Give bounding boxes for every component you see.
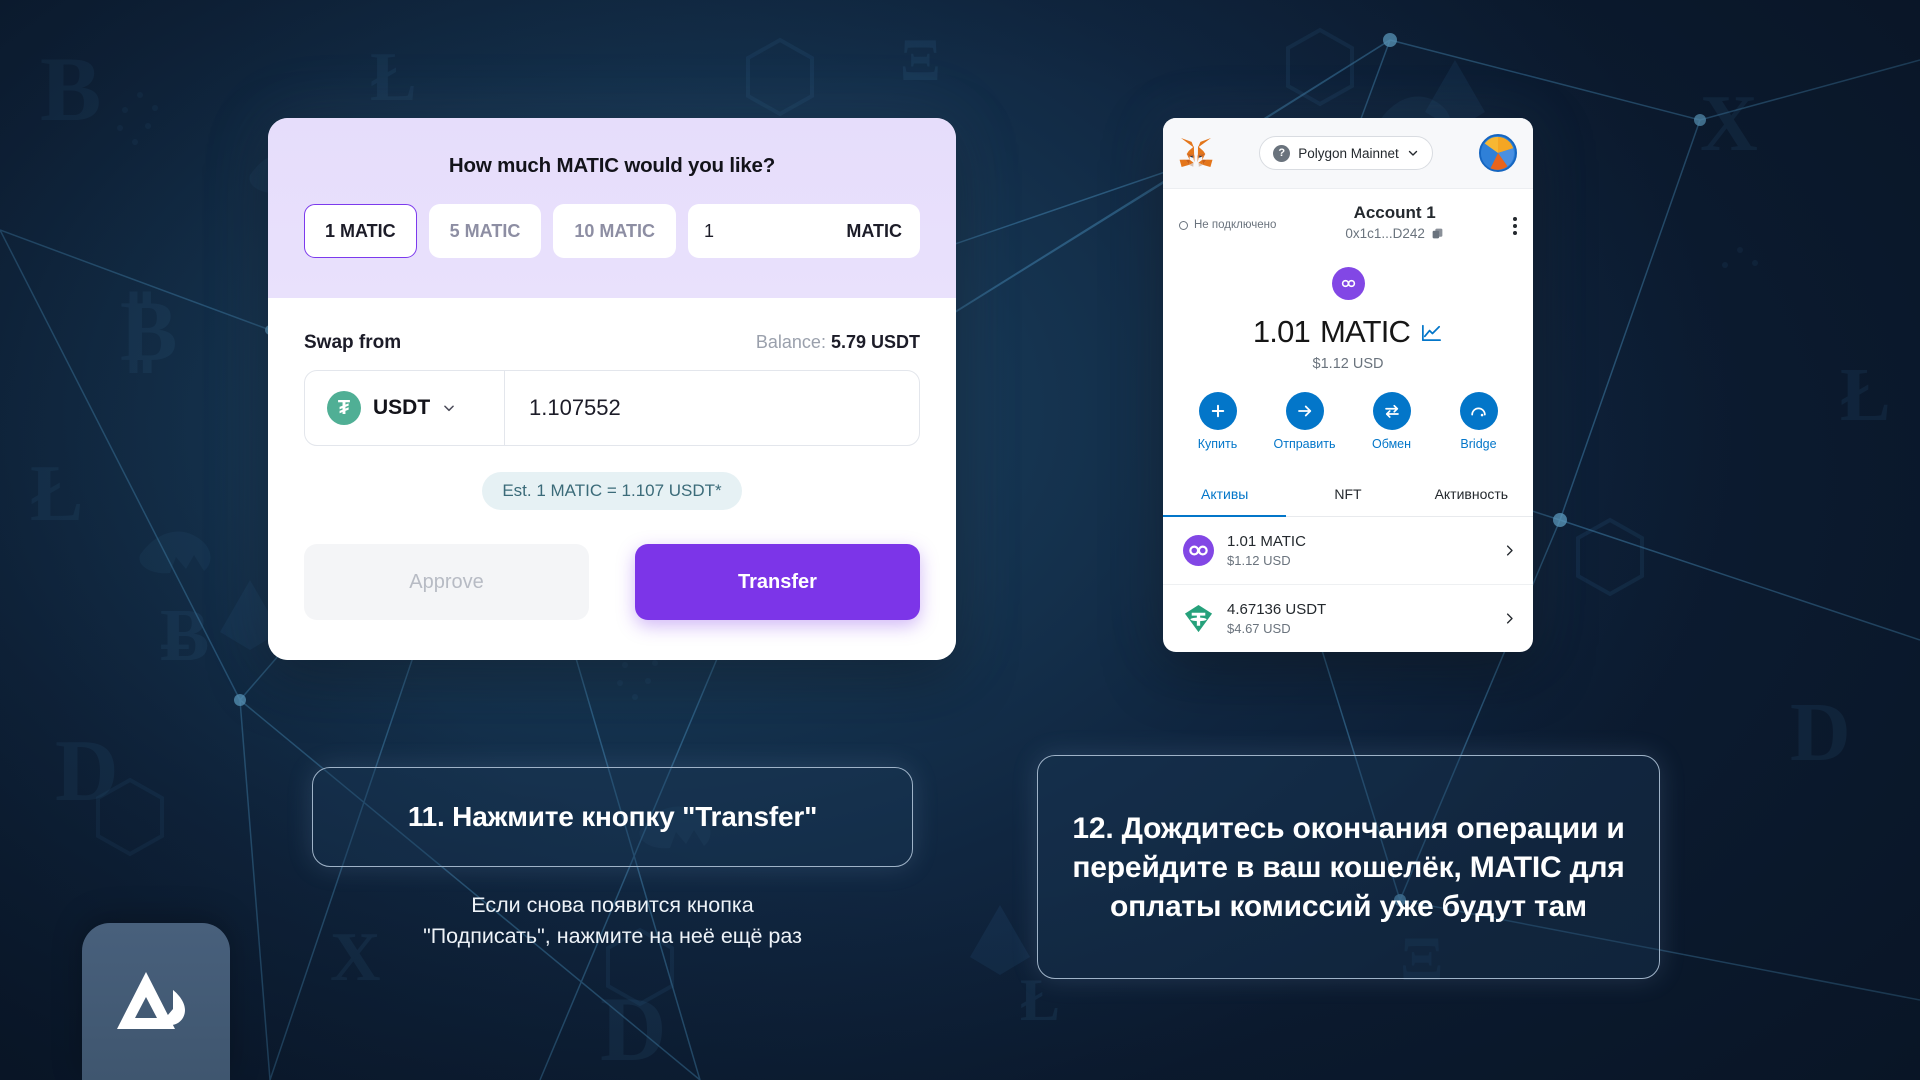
asset-list: 1.01 MATIC $1.12 USD 4.67136 USDT $4.67 …: [1163, 517, 1533, 652]
chevron-down-icon: [444, 405, 455, 412]
send-action-label: Отправить: [1273, 437, 1336, 451]
balance-symbol: MATIC: [1320, 314, 1411, 349]
tab-assets[interactable]: Активы: [1163, 473, 1287, 517]
connection-status: Не подключено: [1179, 203, 1276, 231]
custom-amount-value: 1: [704, 220, 715, 241]
swap-card-body: Swap from Balance: 5.79 USDT ₮ USDT 1.10…: [268, 298, 956, 660]
asset-text: 4.67136 USDT $4.67 USD: [1227, 601, 1489, 636]
arrow-right-icon: [1285, 392, 1324, 430]
step-11-subtitle: Если снова появится кнопка "Подписать", …: [312, 890, 913, 952]
swap-action-button[interactable]: Обмен: [1361, 392, 1423, 451]
swap-from-row: Swap from Balance: 5.79 USDT: [304, 332, 920, 354]
approve-button[interactable]: Approve: [304, 544, 589, 620]
step-11-caption: 11. Нажмите кнопку "Transfer": [312, 767, 913, 867]
estimate-row: Est. 1 MATIC = 1.107 USDT*: [304, 472, 920, 510]
chevron-down-icon: [1408, 150, 1417, 156]
balance-display: Balance: 5.79 USDT: [756, 332, 920, 353]
buy-action-button[interactable]: Купить: [1187, 392, 1249, 451]
metamask-tab-bar: Активы NFT Активность: [1163, 473, 1533, 517]
balance-amount: 1.01: [1252, 314, 1311, 349]
metamask-fox-icon: [1179, 138, 1213, 167]
token-amount-row: ₮ USDT 1.107552: [304, 370, 920, 446]
send-action-button[interactable]: Отправить: [1274, 392, 1336, 451]
transfer-button[interactable]: Transfer: [635, 544, 920, 620]
buy-action-label: Купить: [1197, 437, 1238, 451]
metamask-top-bar: ? Polygon Mainnet: [1163, 118, 1533, 188]
polygon-icon: [1183, 535, 1214, 566]
chevron-right-icon: [1506, 545, 1513, 556]
custom-amount-unit-label: MATIC: [846, 220, 902, 241]
token-symbol-label: USDT: [373, 396, 431, 419]
kebab-menu-icon[interactable]: [1513, 203, 1517, 235]
brand-logo: [82, 923, 230, 1080]
token-amount-value: 1.107552: [529, 395, 621, 420]
step-11-subtitle-line2: "Подписать", нажмите на неё ещё раз: [423, 924, 802, 949]
swap-card: How much MATIC would you like? 1 MATIC 5…: [268, 118, 956, 660]
tether-icon: [1184, 604, 1213, 633]
bridge-action-label: Bridge: [1460, 437, 1497, 451]
token-select-dropdown[interactable]: ₮ USDT: [305, 371, 505, 445]
metamask-wallet-panel: ? Polygon Mainnet Не подключено Account …: [1163, 118, 1533, 652]
balance-amount-row: 1.01 MATIC: [1163, 314, 1533, 350]
bridge-action-button[interactable]: Bridge: [1448, 392, 1510, 451]
account-info: Account 1 0x1c1...D242: [1276, 203, 1513, 241]
swap-card-header: How much MATIC would you like? 1 MATIC 5…: [268, 118, 956, 298]
asset-fiat: $4.67 USD: [1227, 621, 1291, 636]
token-amount-input[interactable]: 1.107552: [505, 371, 919, 445]
copy-icon: [1432, 228, 1443, 239]
preset-10-matic-button[interactable]: 10 MATIC: [553, 204, 677, 258]
swap-card-title: How much MATIC would you like?: [448, 154, 776, 177]
asset-fiat: $1.12 USD: [1227, 553, 1291, 568]
preset-1-matic-button[interactable]: 1 MATIC: [304, 204, 417, 258]
asset-row-usdt[interactable]: 4.67136 USDT $4.67 USD: [1163, 585, 1533, 652]
balance-prefix: Balance:: [755, 332, 831, 352]
amount-preset-row: 1 MATIC 5 MATIC 10 MATIC 1 MATIC: [304, 204, 920, 258]
swap-arrows-icon: [1372, 392, 1411, 430]
tab-activity[interactable]: Активность: [1410, 473, 1533, 516]
bridge-icon: [1459, 392, 1498, 430]
account-address-copy[interactable]: 0x1c1...D242: [1276, 226, 1513, 241]
asset-amount: 4.67136 USDT: [1227, 601, 1327, 618]
asset-text: 1.01 MATIC $1.12 USD: [1227, 533, 1489, 568]
account-address: 0x1c1...D242: [1345, 226, 1425, 241]
metamask-balance-section: 1.01 MATIC $1.12 USD: [1163, 257, 1533, 392]
polygon-icon: [1331, 267, 1365, 300]
swap-from-label: Swap from: [304, 332, 402, 353]
tether-icon: ₮: [327, 391, 361, 425]
plus-icon: [1198, 392, 1237, 430]
question-mark-icon: ?: [1273, 144, 1291, 162]
swap-action-label: Обмен: [1371, 437, 1412, 451]
metamask-action-row: Купить Отправить Обмен Bridge: [1163, 392, 1533, 473]
preset-5-matic-button[interactable]: 5 MATIC: [428, 204, 542, 258]
balance-fiat-value: $1.12 USD: [1312, 356, 1384, 372]
step-11-subtitle-line1: Если снова появится кнопка: [471, 893, 754, 917]
tab-nft[interactable]: NFT: [1286, 473, 1409, 516]
balance-value: 5.79 USDT: [830, 332, 920, 352]
account-name: Account 1: [1353, 203, 1436, 222]
chevron-right-icon: [1506, 613, 1513, 624]
status-dot-icon: [1179, 220, 1188, 230]
action-button-row: Approve Transfer: [304, 544, 920, 620]
line-chart-icon[interactable]: [1420, 321, 1443, 344]
asset-row-matic[interactable]: 1.01 MATIC $1.12 USD: [1163, 517, 1533, 585]
exchange-rate-estimate: Est. 1 MATIC = 1.107 USDT*: [482, 472, 742, 510]
network-name-label: Polygon Mainnet: [1298, 145, 1399, 161]
step-12-caption: 12. Дождитесь окончания операции и перей…: [1037, 755, 1660, 979]
account-avatar-icon[interactable]: [1478, 134, 1517, 172]
asset-amount: 1.01 MATIC: [1227, 533, 1306, 550]
mountain-flame-logo-icon: [117, 971, 185, 1029]
metamask-account-bar: Не подключено Account 1 0x1c1...D242: [1163, 188, 1533, 257]
custom-amount-field[interactable]: 1 MATIC: [688, 204, 920, 258]
connection-status-label: Не подключено: [1194, 219, 1277, 231]
network-selector[interactable]: ? Polygon Mainnet: [1259, 136, 1433, 170]
